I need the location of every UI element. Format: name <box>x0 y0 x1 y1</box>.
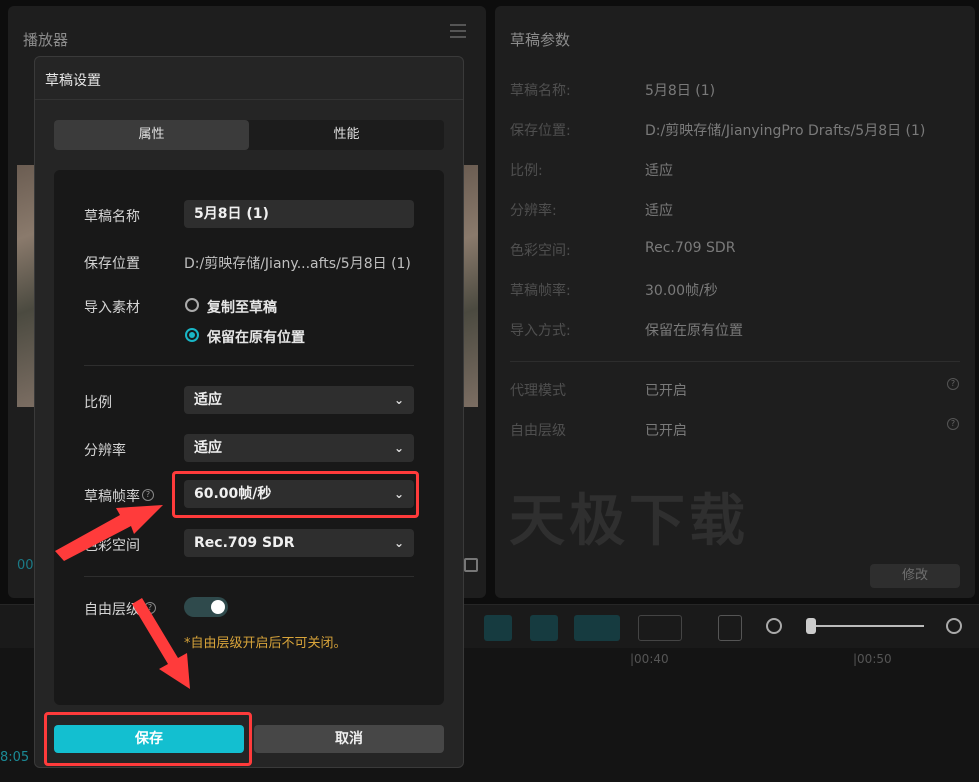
annotation-arrows <box>55 505 190 689</box>
arrow-to-save <box>132 598 190 689</box>
arrow-to-fps <box>55 505 163 561</box>
